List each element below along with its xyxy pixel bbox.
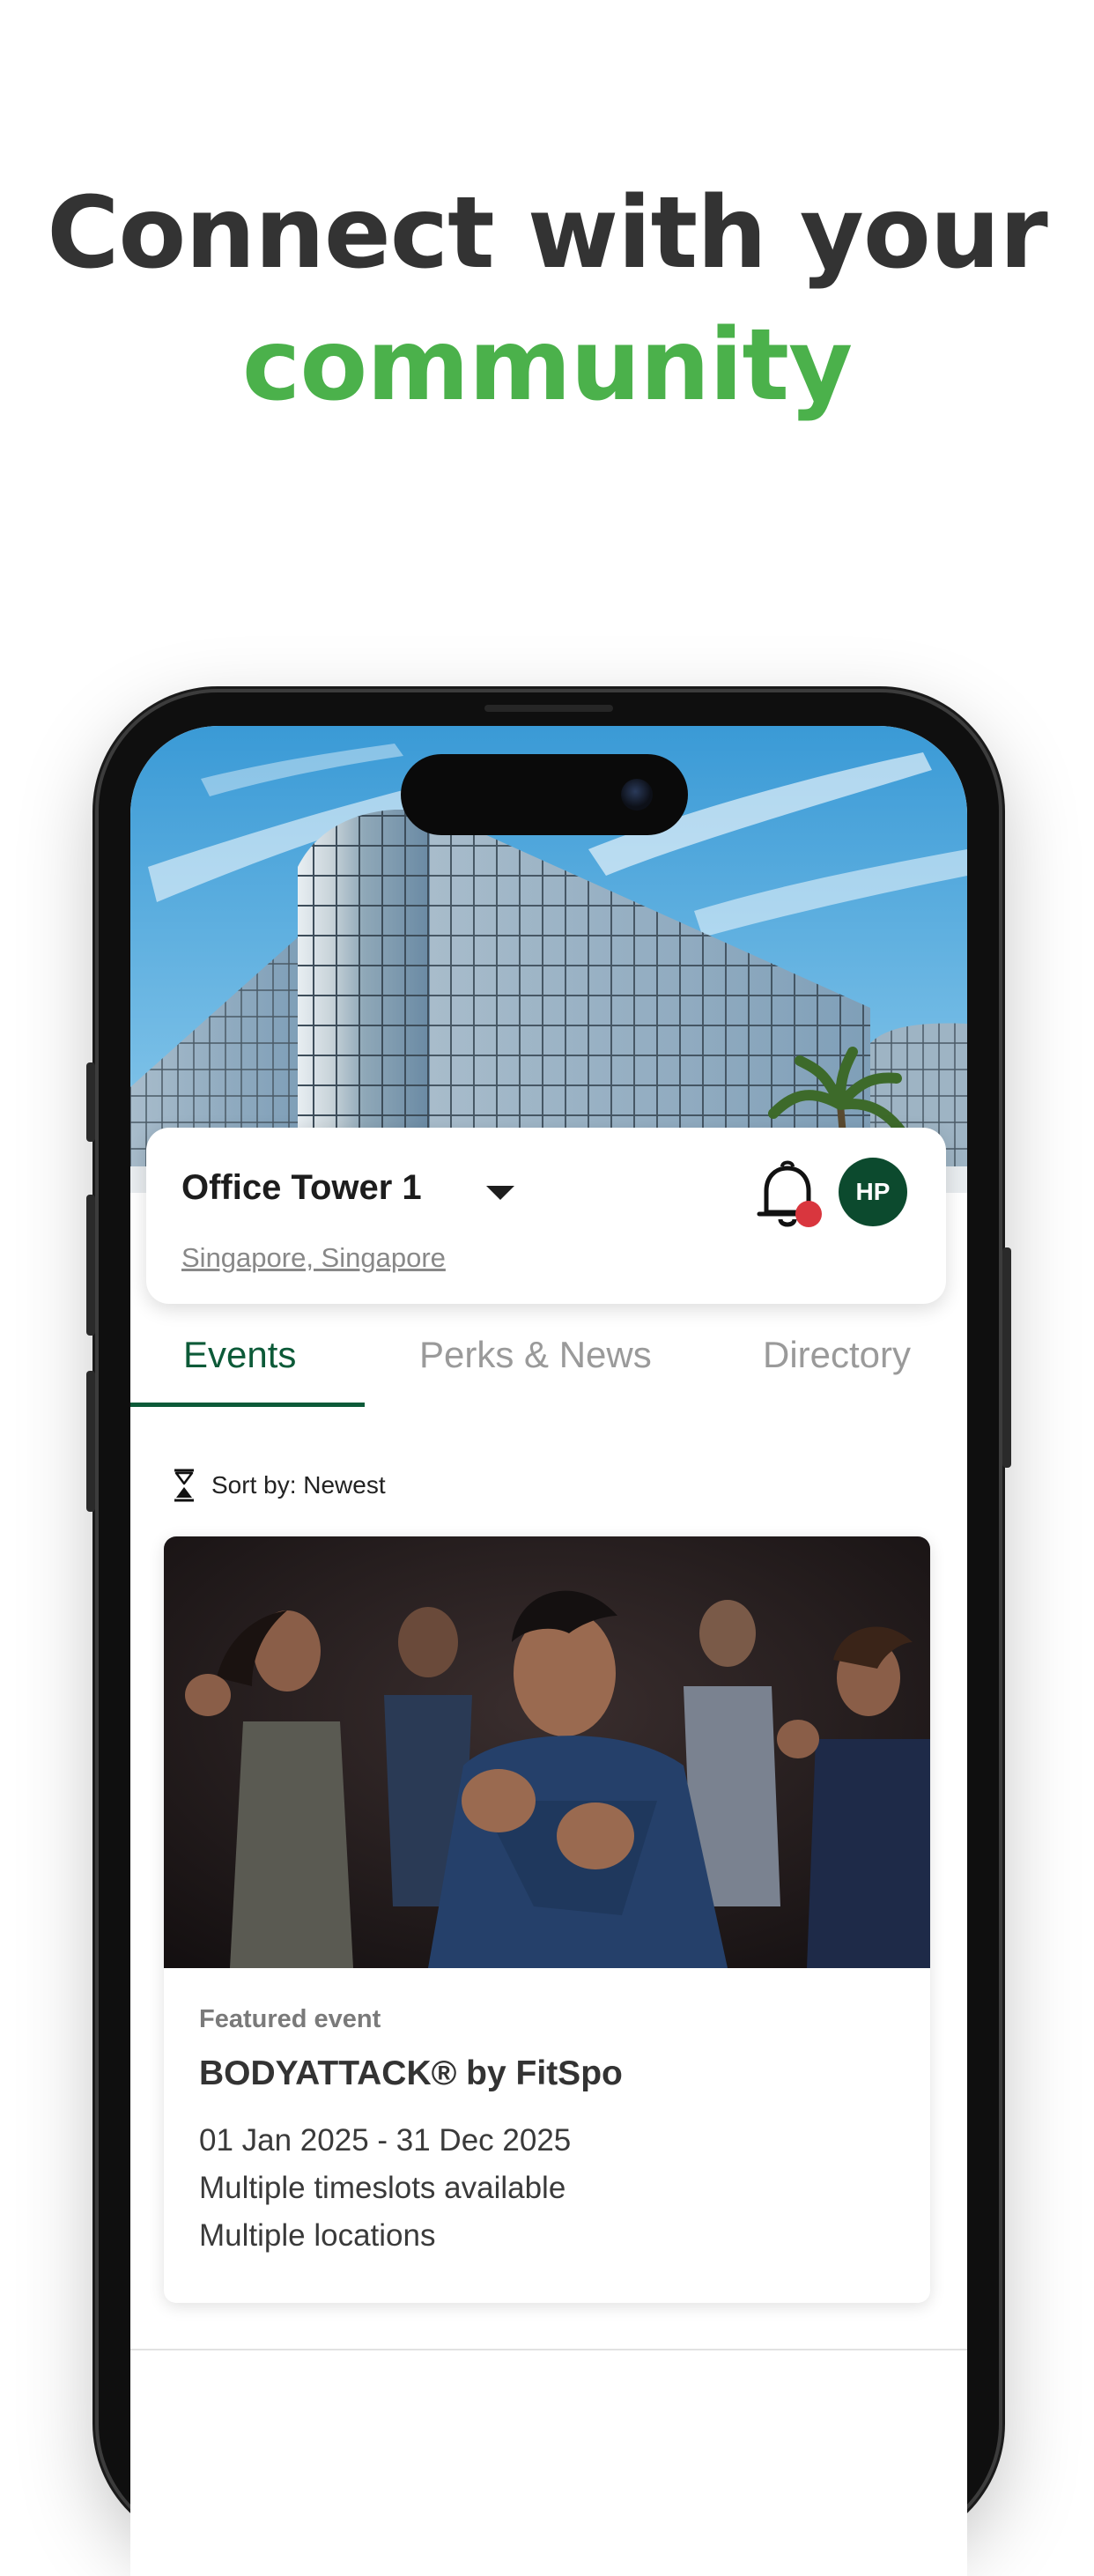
event-title: BODYATTACK® by FitSpo [199, 2054, 623, 2092]
active-tab-indicator [130, 1403, 365, 1407]
event-image [164, 1536, 930, 1968]
event-dates: 01 Jan 2025 - 31 Dec 2025 [199, 2123, 572, 2158]
event-locations: Multiple locations [199, 2218, 436, 2253]
phone-volume-up [86, 1195, 95, 1336]
location-name[interactable]: Office Tower 1 [181, 1168, 422, 1208]
event-card[interactable]: Featured event BODYATTACK® by FitSpo 01 … [164, 1536, 930, 2303]
tab-bar: Events Perks & News Directory [130, 1334, 967, 1404]
phone-frame: Office Tower 1 Singapore, Singapore HP E… [86, 692, 1011, 2576]
user-avatar[interactable]: HP [839, 1158, 907, 1226]
sort-control[interactable]: Sort by: Newest [173, 1468, 386, 1503]
app-screen: Office Tower 1 Singapore, Singapore HP E… [130, 726, 967, 2576]
notification-badge [795, 1201, 822, 1227]
phone-speaker [484, 705, 613, 712]
caret-down-icon[interactable] [486, 1186, 514, 1200]
location-card: Office Tower 1 Singapore, Singapore HP [146, 1128, 946, 1304]
headline: Connect with your community [0, 167, 1094, 432]
location-subtitle[interactable]: Singapore, Singapore [181, 1242, 446, 1274]
headline-line-2: community [241, 308, 853, 423]
phone-power-button [1002, 1247, 1011, 1468]
hourglass-sort-icon [174, 1469, 194, 1502]
tab-directory[interactable]: Directory [763, 1334, 911, 1376]
featured-badge: Featured event [199, 2005, 381, 2033]
tab-events[interactable]: Events [183, 1334, 296, 1376]
camera-lens [621, 779, 653, 811]
sort-label: Sort by: Newest [211, 1471, 386, 1499]
phone-action-button [86, 1062, 95, 1142]
list-divider [130, 2349, 967, 2350]
bell-icon[interactable] [752, 1156, 823, 1232]
tab-perks-news[interactable]: Perks & News [419, 1334, 652, 1376]
dynamic-island [401, 754, 688, 835]
headline-line-1: Connect with your [47, 176, 1048, 291]
phone-volume-down [86, 1371, 95, 1512]
event-timeslots: Multiple timeslots available [199, 2171, 566, 2205]
